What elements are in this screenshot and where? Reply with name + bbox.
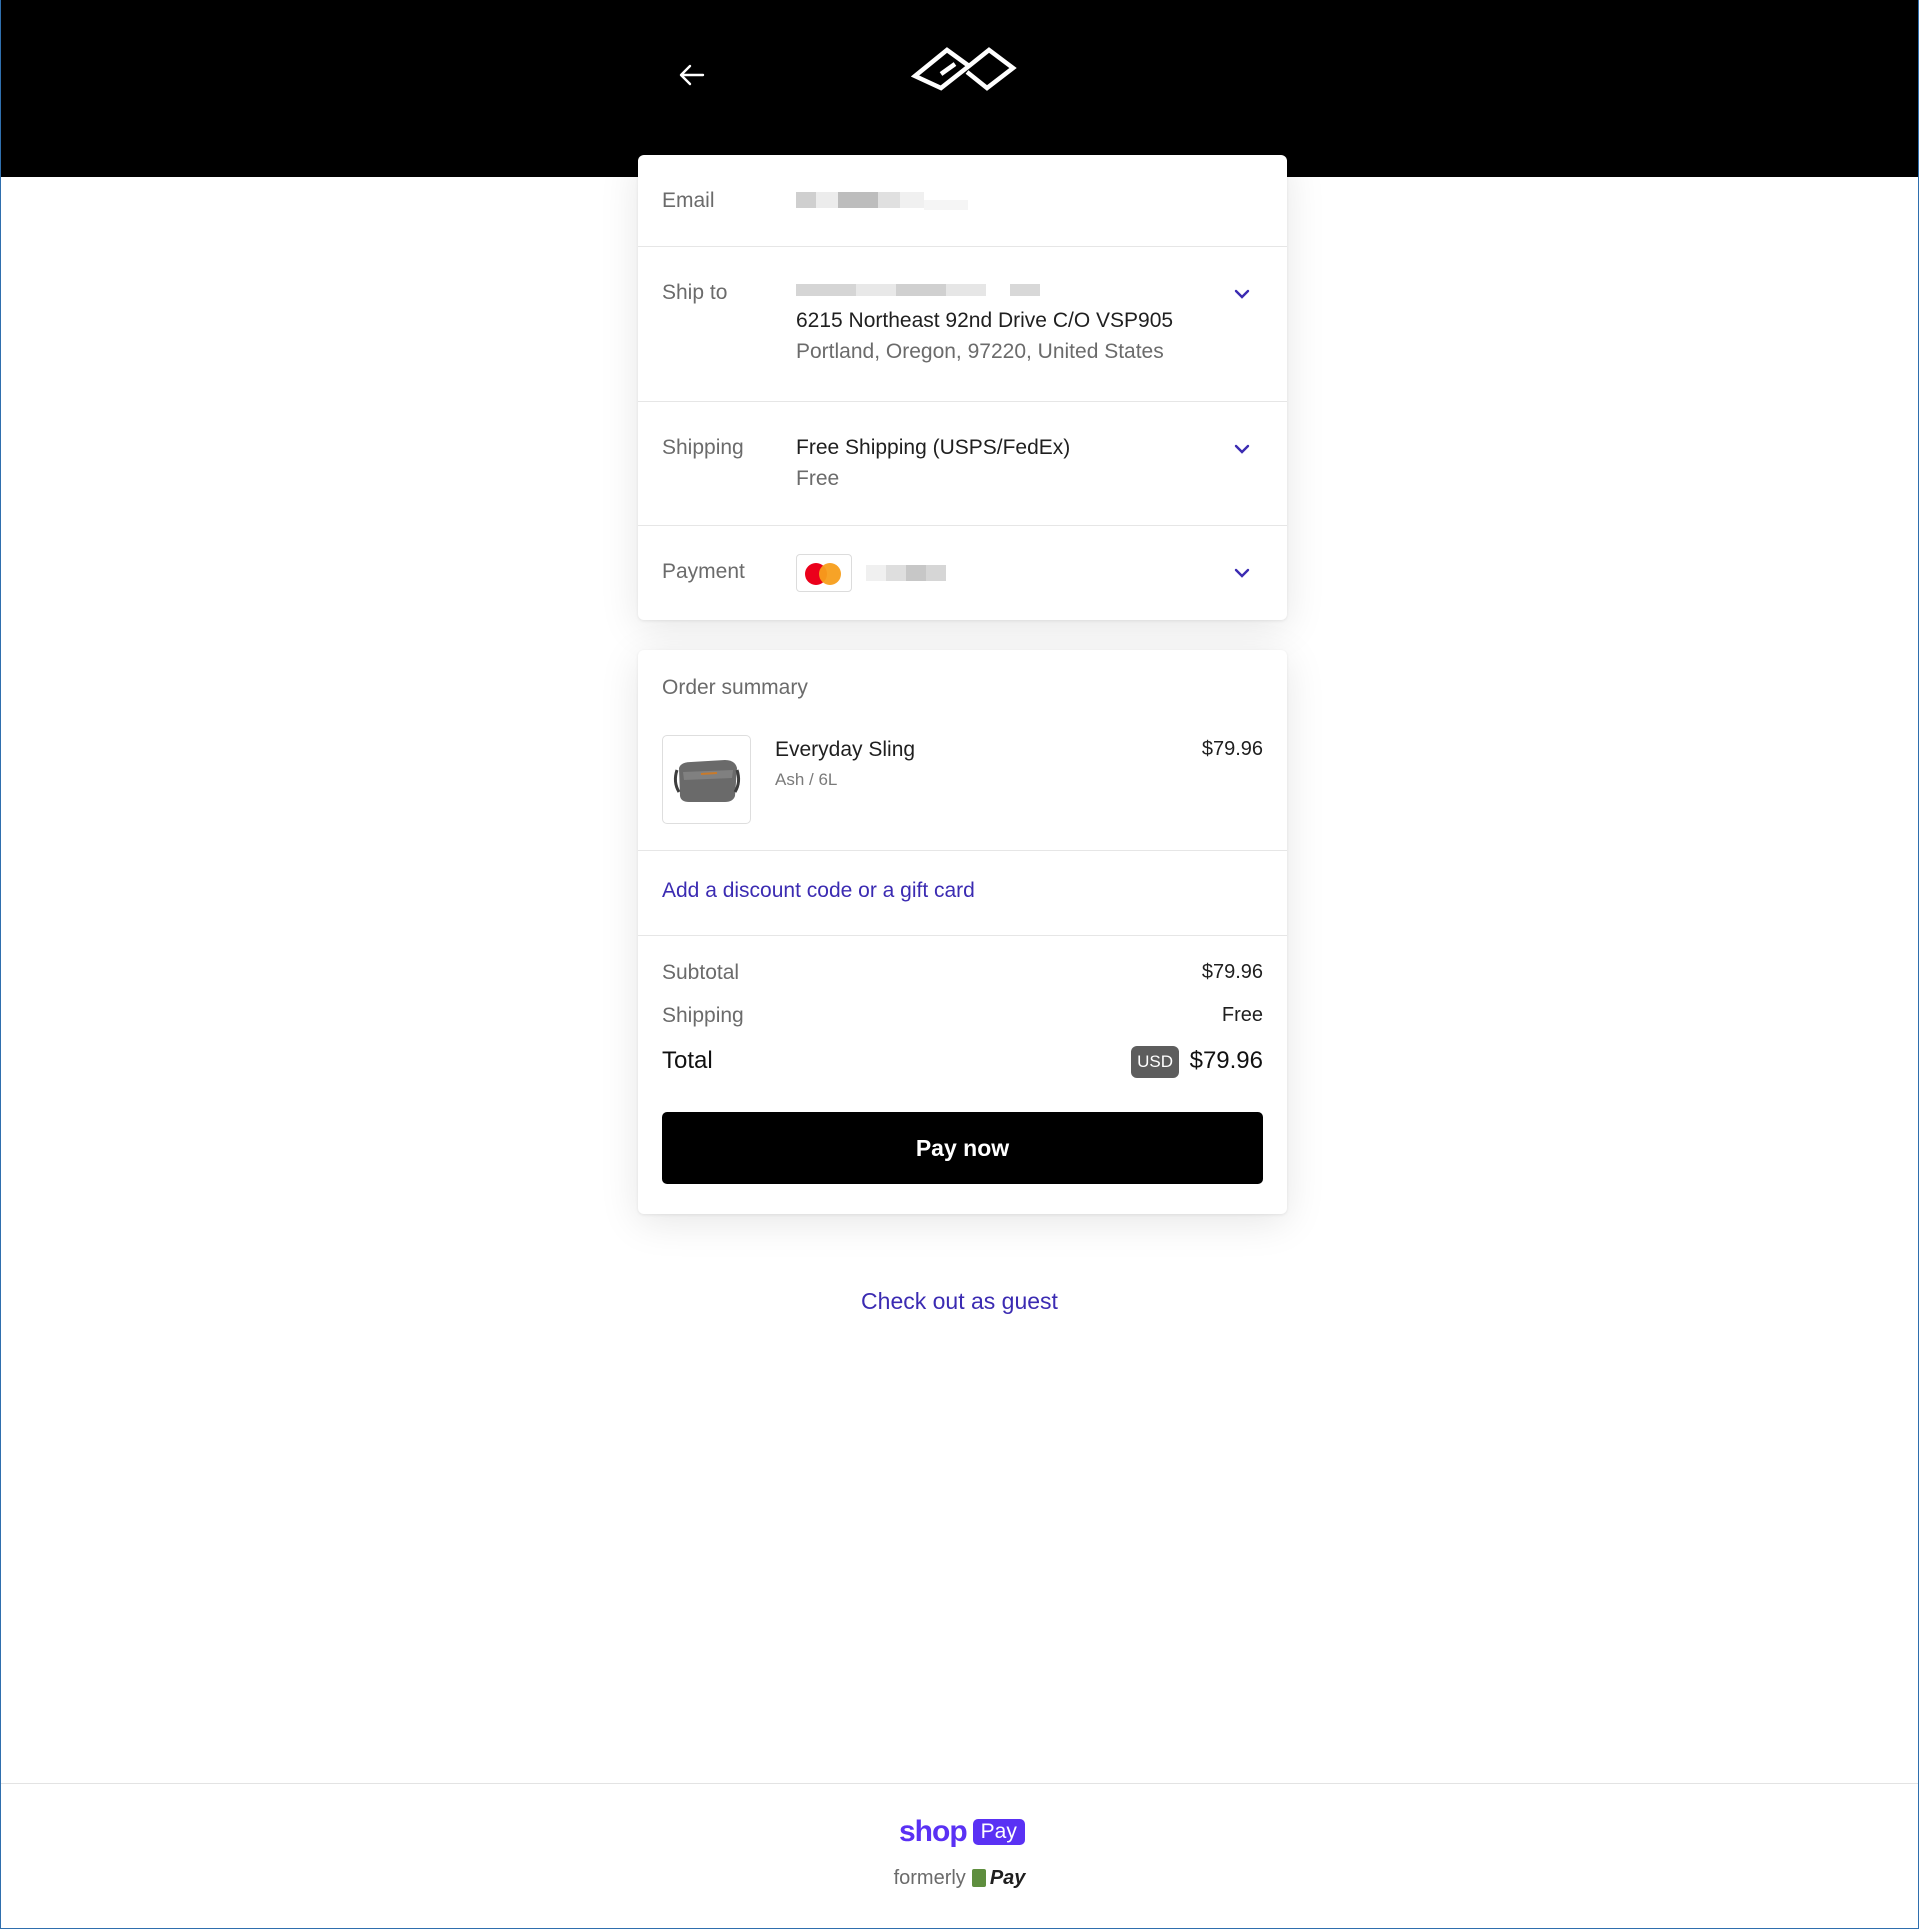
shipping-label: Shipping: [662, 436, 744, 459]
footer-divider: [1, 1783, 1918, 1784]
chevron-down-icon[interactable]: [1233, 285, 1251, 303]
back-button[interactable]: [672, 58, 712, 92]
formerly-text: formerly: [893, 1867, 966, 1889]
shipping-method-block: Free Shipping (USPS/FedEx) Free: [796, 432, 1070, 494]
divider: [638, 935, 1287, 936]
address-line3: Portland, Oregon, 97220, United States: [796, 340, 1164, 363]
checkout-as-guest-link[interactable]: Check out as guest: [1, 1288, 1918, 1315]
shop-pay-wordmark: shop: [899, 1815, 968, 1848]
subtotal-value: $79.96: [1201, 961, 1263, 983]
subtotal-label: Subtotal: [662, 961, 740, 984]
currency-badge: USD: [1131, 1046, 1179, 1078]
order-summary-title: Order summary: [662, 676, 808, 699]
shipping-row[interactable]: Shipping Free Shipping (USPS/FedEx) Free: [638, 402, 1287, 526]
formerly-shopify-pay: formerly Pay: [1, 1867, 1918, 1890]
formerly-pay-text: Pay: [989, 1867, 1026, 1889]
product-thumbnail: [662, 735, 751, 824]
payment-row[interactable]: Payment: [638, 526, 1287, 620]
header-bar: [1, 0, 1918, 177]
sling-bag-image: [673, 759, 740, 802]
ship-to-row[interactable]: Ship to 6215 Northeast 92nd Drive C/O VS…: [638, 247, 1287, 402]
payment-label: Payment: [662, 560, 745, 583]
divider: [638, 850, 1287, 851]
chevron-down-icon[interactable]: [1233, 564, 1251, 582]
shipping-cost: Free: [796, 467, 840, 490]
product-price: $79.96: [1201, 738, 1263, 760]
address-line1-redacted: [796, 275, 1173, 305]
pay-now-button[interactable]: Pay now: [662, 1112, 1263, 1184]
address-line2: 6215 Northeast 92nd Drive C/O VSP905: [796, 309, 1174, 332]
discount-code-link[interactable]: Add a discount code or a gift card: [662, 879, 975, 903]
mastercard-icon: [796, 554, 852, 592]
shipping-summary-label: Shipping: [662, 1004, 744, 1027]
card-number-redacted: [866, 558, 946, 588]
total-label: Total: [662, 1047, 713, 1074]
product-variant: Ash / 6L: [775, 770, 838, 789]
shipping-method: Free Shipping (USPS/FedEx): [796, 436, 1071, 459]
shop-pay-badge: Pay: [972, 1819, 1025, 1845]
shop-pay-logo: shop Pay: [899, 1815, 1025, 1849]
email-label: Email: [662, 189, 715, 212]
checkout-details-card: Email Ship to 6215 Northeast 92nd Drive …: [638, 155, 1287, 620]
shipping-summary-value: Free: [1221, 1004, 1263, 1026]
email-value-redacted: [796, 185, 968, 215]
ship-to-label: Ship to: [662, 281, 728, 304]
shopify-bag-icon: [971, 1869, 986, 1887]
product-name: Everyday Sling: [775, 738, 916, 761]
peak-design-logo-icon[interactable]: [911, 44, 1017, 94]
email-row[interactable]: Email: [638, 155, 1287, 247]
address-block: 6215 Northeast 92nd Drive C/O VSP905 Por…: [796, 275, 1173, 367]
chevron-down-icon[interactable]: [1233, 440, 1251, 458]
total-value: $79.96: [1189, 1047, 1263, 1074]
order-summary-card: Order summary Everyday Sling Ash / 6L $7…: [638, 650, 1287, 1214]
arrow-left-icon: [679, 64, 705, 86]
